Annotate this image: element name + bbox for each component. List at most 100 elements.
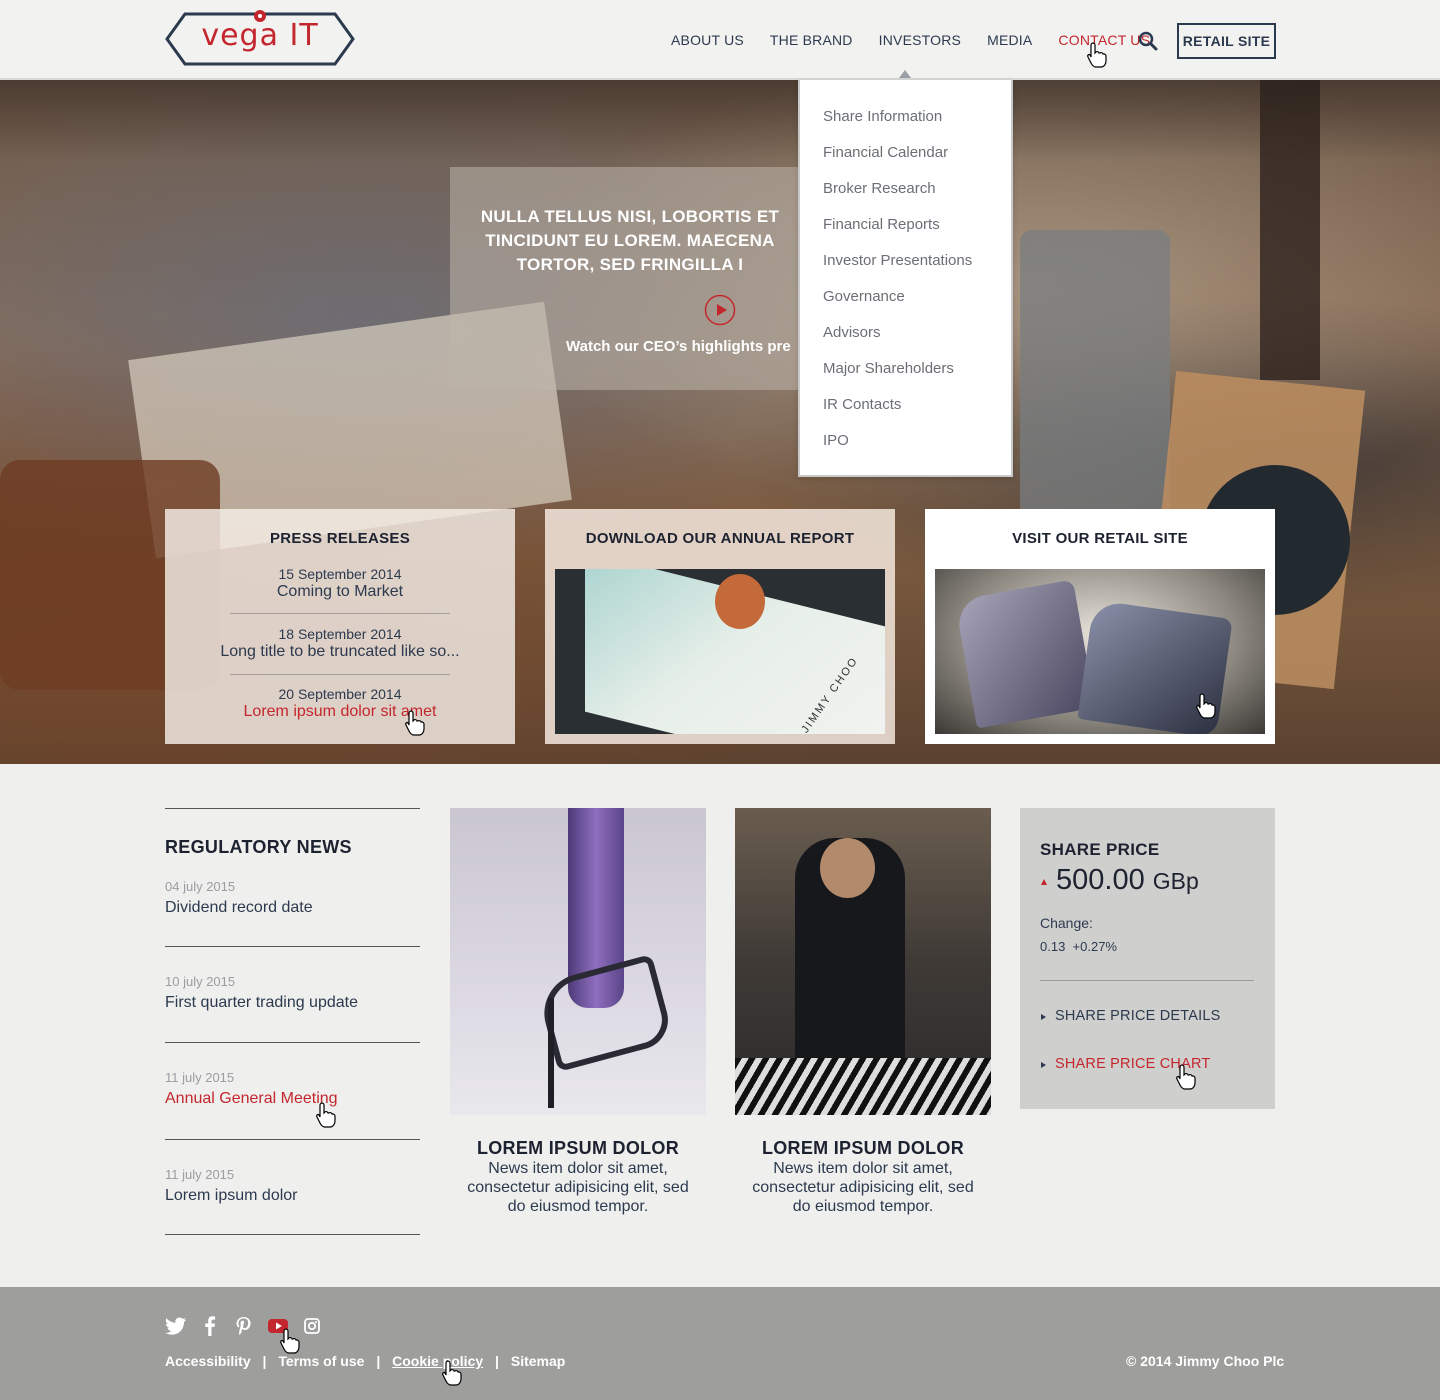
share-divider [1040,980,1254,981]
press-item[interactable]: 18 September 2014 Long title to be trunc… [165,626,515,661]
pinterest-icon[interactable] [233,1316,255,1336]
press-item[interactable]: 15 September 2014 Coming to Market [165,566,515,601]
footer-link-accessibility[interactable]: Accessibility [165,1353,251,1369]
reg-divider [165,1042,420,1043]
menu-item-major-shareholders[interactable]: Major Shareholders [800,358,1011,394]
logo-text: vega IT [201,18,319,53]
site-footer [0,1287,1440,1400]
news-image[interactable] [735,808,991,1115]
logo[interactable]: vega IT [165,10,355,68]
menu-item-financial-reports[interactable]: Financial Reports [800,214,1011,250]
reg-news-link[interactable]: First quarter trading update [165,994,420,1012]
nav-caret-icon [899,70,911,78]
investors-dropdown-menu: Share Information Financial Calendar Bro… [798,80,1013,477]
footer-link-sitemap[interactable]: Sitemap [511,1353,565,1369]
reg-top-divider [165,808,420,809]
menu-item-ipo[interactable]: IPO [800,430,1011,466]
footer-links: Accessibility | Terms of use | Cookie po… [165,1353,565,1369]
menu-item-financial-calendar[interactable]: Financial Calendar [800,142,1011,178]
news-title[interactable]: LOREM IPSUM DOLOR [735,1138,991,1159]
news-body-line: consectetur adipisicing elit, sed [467,1179,689,1196]
hand-cursor-icon [280,1328,300,1354]
menu-item-broker-research[interactable]: Broker Research [800,178,1011,214]
news-body-line: do eiusmod tempor. [507,1198,649,1215]
hero-title-line-3: TORTOR, SED FRINGILLA I [516,255,744,274]
menu-item-governance[interactable]: Governance [800,286,1011,322]
retail-site-button[interactable]: RETAIL SITE [1177,23,1276,59]
reg-news-item[interactable]: 10 july 2015 First quarter trading updat… [165,974,420,1012]
sandal-strap-shape [535,954,675,1072]
search-icon[interactable] [1138,31,1158,51]
play-icon[interactable] [704,294,736,326]
nav-about-us[interactable]: ABOUT US [671,32,744,48]
press-title[interactable]: Lorem ipsum dolor sit amet [165,703,515,721]
news-image[interactable] [450,808,706,1115]
press-releases-title: PRESS RELEASES [269,530,411,547]
hand-cursor-icon [405,710,425,736]
price-up-arrow-icon [1041,879,1047,885]
hero-video-box[interactable]: NULLA TELLUS NISI, LOBORTIS ET TINCIDUNT… [450,167,810,390]
press-releases-card: PRESS RELEASES 15 September 2014 Coming … [165,509,515,744]
press-title[interactable]: Long title to be truncated like so... [165,643,515,661]
hand-cursor-icon [1087,42,1107,68]
zebra-rug-shape [735,1058,991,1115]
report-model-hair-shape [715,574,765,629]
footer-link-cookie-policy[interactable]: Cookie policy [392,1353,483,1369]
share-price-unit: GBp [1152,868,1199,894]
press-date: 18 September 2014 [278,626,402,642]
share-price-title: SHARE PRICE [1040,840,1160,859]
instagram-icon[interactable] [301,1316,323,1336]
reg-news-item[interactable]: 11 july 2015 Annual General Meeting [165,1070,420,1108]
menu-item-advisors[interactable]: Advisors [800,322,1011,358]
reg-news-link[interactable]: Annual General Meeting [165,1090,420,1108]
reg-news-link[interactable]: Dividend record date [165,899,420,917]
hero-title: NULLA TELLUS NISI, LOBORTIS ET TINCIDUNT… [450,205,810,277]
facebook-icon[interactable] [199,1316,221,1336]
share-price-number: 500.00 [1056,864,1145,896]
nav-the-brand[interactable]: THE BRAND [770,32,853,48]
footer-separator: | [262,1353,267,1369]
reg-news-date: 04 july 2015 [165,879,236,894]
reg-news-link[interactable]: Lorem ipsum dolor [165,1187,420,1205]
hero-title-line-2: TINCIDUNT EU LOREM. MAECENA [485,231,775,250]
share-price-panel: SHARE PRICE 500.00 GBp Change: 0.13 +0.2… [1020,808,1275,1109]
hand-cursor-icon [1196,693,1216,719]
reg-news-date: 10 july 2015 [165,974,236,989]
news-body: News item dolor sit amet, consectetur ad… [735,1159,991,1216]
social-links [165,1316,335,1336]
site-header: vega IT ABOUT US THE BRAND INVESTORS MED… [0,0,1440,80]
news-card[interactable]: LOREM IPSUM DOLOR News item dolor sit am… [450,808,706,1215]
annual-report-card[interactable]: DOWNLOAD OUR ANNUAL REPORT JIMMY CHOO [545,509,895,744]
reg-news-item[interactable]: 04 july 2015 Dividend record date [165,879,420,917]
hero-top-shade [0,80,1440,160]
twitter-icon[interactable] [165,1316,187,1336]
news-title[interactable]: LOREM IPSUM DOLOR [450,1138,706,1159]
boot-left-shape [954,579,1096,729]
menu-item-investor-presentations[interactable]: Investor Presentations [800,250,1011,286]
press-date: 15 September 2014 [278,566,402,582]
hero-title-line-1: NULLA TELLUS NISI, LOBORTIS ET [480,207,780,226]
triangle-right-icon [1041,1014,1046,1020]
news-body: News item dolor sit amet, consectetur ad… [450,1159,706,1216]
reg-news-date: 11 july 2015 [165,1167,235,1182]
press-title[interactable]: Coming to Market [165,583,515,601]
nav-media[interactable]: MEDIA [987,32,1032,48]
hero-watch-text[interactable]: Watch our CEO’s highlights pre [566,338,810,355]
press-item[interactable]: 20 September 2014 Lorem ipsum dolor sit … [165,686,515,721]
reg-news-item[interactable]: 11 july 2015 Lorem ipsum dolor [165,1167,420,1205]
news-card[interactable]: LOREM IPSUM DOLOR News item dolor sit am… [735,808,991,1215]
annual-report-title: DOWNLOAD OUR ANNUAL REPORT [585,530,855,547]
reg-news-date: 11 july 2015 [165,1070,235,1085]
news-body-line: News item dolor sit amet, [773,1160,953,1177]
nav-investors[interactable]: INVESTORS [879,32,961,48]
share-change-label: Change: [1040,915,1093,931]
retail-site-card[interactable]: VISIT OUR RETAIL SITE [925,509,1275,744]
menu-item-ir-contacts[interactable]: IR Contacts [800,394,1011,430]
hero-box-clip: NULLA TELLUS NISI, LOBORTIS ET TINCIDUNT… [450,167,810,390]
footer-link-terms-of-use[interactable]: Terms of use [278,1353,364,1369]
menu-item-share-information[interactable]: Share Information [800,106,1011,142]
regulatory-news-title: REGULATORY NEWS [165,837,352,857]
share-price-details-link[interactable]: SHARE PRICE DETAILS [1055,1008,1221,1024]
retail-site-title: VISIT OUR RETAIL SITE [1012,530,1188,547]
annual-report-image[interactable]: JIMMY CHOO [555,569,885,734]
